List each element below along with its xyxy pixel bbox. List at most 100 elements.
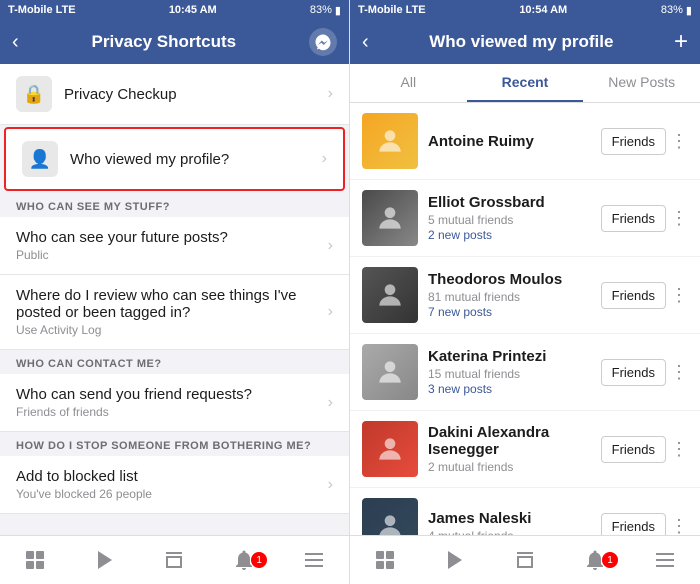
mutual-friends: 5 mutual friends — [428, 213, 593, 227]
chevron-right-icon-4: › — [328, 303, 333, 321]
left-time: 10:45 AM — [169, 4, 217, 16]
profile-avatar — [362, 113, 418, 169]
friends-button[interactable]: Friends — [601, 205, 666, 232]
right-time: 10:54 AM — [519, 4, 567, 16]
right-tab-marketplace[interactable] — [490, 548, 560, 572]
friend-requests-subtitle: Friends of friends — [16, 405, 328, 419]
more-options-icon[interactable]: ⋮ — [670, 516, 688, 536]
lock-icon: 🔒 — [16, 76, 52, 112]
who-viewed-item[interactable]: 👤 Who viewed my profile? › — [4, 127, 345, 191]
friends-button[interactable]: Friends — [601, 436, 666, 463]
profile-item[interactable]: Katerina Printezi 15 mutual friends3 new … — [350, 334, 700, 411]
more-options-icon[interactable]: ⋮ — [670, 439, 688, 460]
profile-item[interactable]: Elliot Grossbard 5 mutual friends2 new po… — [350, 180, 700, 257]
blocked-list-item[interactable]: Add to blocked list You've blocked 26 pe… — [0, 456, 349, 514]
right-carrier: T-Mobile LTE — [358, 4, 426, 16]
right-notifications-badge: 1 — [602, 552, 618, 568]
more-options-icon[interactable]: ⋮ — [670, 285, 688, 306]
blocked-list-subtitle: You've blocked 26 people — [16, 487, 328, 501]
right-tab-video[interactable] — [420, 548, 490, 572]
blocked-list-title: Add to blocked list — [16, 468, 328, 485]
profile-item[interactable]: Antoine Ruimy Friends⋮ — [350, 103, 700, 180]
right-status-bar: T-Mobile LTE 10:54 AM 83% ▮ — [350, 0, 700, 20]
profile-avatar — [362, 344, 418, 400]
friends-button[interactable]: Friends — [601, 359, 666, 386]
activity-log-subtitle: Use Activity Log — [16, 323, 328, 337]
profile-name: Theodoros Moulos — [428, 271, 593, 288]
future-posts-title: Who can see your future posts? — [16, 229, 328, 246]
more-options-icon[interactable]: ⋮ — [670, 362, 688, 383]
activity-log-title: Where do I review who can see things I'v… — [16, 287, 328, 321]
more-options-icon[interactable]: ⋮ — [670, 131, 688, 152]
tab-menu[interactable] — [279, 548, 349, 572]
profile-avatar — [362, 190, 418, 246]
add-button[interactable]: + — [674, 28, 688, 56]
messenger-icon[interactable] — [309, 28, 337, 56]
left-panel: T-Mobile LTE 10:45 AM 83% ▮ ‹ Privacy Sh… — [0, 0, 350, 584]
profile-name: Elliot Grossbard — [428, 194, 593, 211]
more-options-icon[interactable]: ⋮ — [670, 208, 688, 229]
friends-button[interactable]: Friends — [601, 282, 666, 309]
tab-marketplace[interactable] — [140, 548, 210, 572]
who-viewed-title: Who viewed my profile? — [70, 151, 322, 168]
chevron-right-icon-2: › — [322, 150, 327, 168]
left-tab-bar: 1 — [0, 535, 349, 584]
profile-name: Dakini Alexandra Isenegger — [428, 424, 593, 458]
profile-item[interactable]: Dakini Alexandra Isenegger 2 mutual frien… — [350, 411, 700, 488]
friends-button[interactable]: Friends — [601, 128, 666, 155]
mutual-friends: 2 mutual friends — [428, 460, 593, 474]
privacy-checkup-item[interactable]: 🔒 Privacy Checkup › — [0, 64, 349, 125]
profile-avatar — [362, 421, 418, 477]
right-tab-home[interactable] — [350, 548, 420, 572]
friend-requests-item[interactable]: Who can send you friend requests? Friend… — [0, 374, 349, 432]
profile-list: Antoine RuimyFriends⋮Elliot Grossbard5 m… — [350, 103, 700, 535]
profile-name: James Naleski — [428, 510, 593, 527]
future-posts-item[interactable]: Who can see your future posts? Public › — [0, 217, 349, 275]
left-nav-bar: ‹ Privacy Shortcuts — [0, 20, 349, 64]
friends-button[interactable]: Friends — [601, 513, 666, 536]
profile-item[interactable]: James Naleski4 mutual friendsFriends⋮ — [350, 488, 700, 535]
left-nav-title: Privacy Shortcuts — [92, 32, 237, 52]
tab-video[interactable] — [70, 548, 140, 572]
chevron-right-icon-3: › — [328, 237, 333, 255]
left-back-button[interactable]: ‹ — [12, 31, 19, 54]
profile-tabs: All Recent New Posts — [350, 64, 700, 103]
activity-log-item[interactable]: Where do I review who can see things I'v… — [0, 275, 349, 350]
tab-recent[interactable]: Recent — [467, 64, 584, 102]
chevron-right-icon: › — [328, 85, 333, 103]
profile-name: Antoine Ruimy — [428, 133, 593, 150]
mutual-friends: 15 mutual friends — [428, 367, 593, 381]
privacy-checkup-title: Privacy Checkup — [64, 86, 328, 103]
right-nav-bar: ‹ Who viewed my profile + — [350, 20, 700, 64]
right-tab-bar: 1 — [350, 535, 700, 584]
section-block: HOW DO I STOP SOMEONE FROM BOTHERING ME? — [0, 432, 349, 456]
section-see-stuff: WHO CAN SEE MY STUFF? — [0, 193, 349, 217]
profile-item[interactable]: Theodoros Moulos 81 mutual friends7 new p… — [350, 257, 700, 334]
tab-all[interactable]: All — [350, 64, 467, 102]
right-battery: 83% ▮ — [661, 4, 692, 17]
profile-name: Katerina Printezi — [428, 348, 593, 365]
right-tab-notifications[interactable]: 1 — [560, 548, 630, 572]
friend-requests-title: Who can send you friend requests? — [16, 386, 328, 403]
right-nav-title: Who viewed my profile — [429, 32, 613, 52]
profile-avatar — [362, 498, 418, 535]
right-back-button[interactable]: ‹ — [362, 31, 369, 54]
profile-avatar — [362, 267, 418, 323]
left-battery: 83% ▮ — [310, 4, 341, 17]
mutual-friends: 81 mutual friends — [428, 290, 593, 304]
left-menu-list: 🔒 Privacy Checkup › 👤 Who viewed my prof… — [0, 64, 349, 535]
new-posts: 7 new posts — [428, 305, 593, 319]
new-posts: 3 new posts — [428, 382, 593, 396]
new-posts: 2 new posts — [428, 228, 593, 242]
tab-new-posts[interactable]: New Posts — [583, 64, 700, 102]
right-panel: T-Mobile LTE 10:54 AM 83% ▮ ‹ Who viewed… — [350, 0, 700, 584]
future-posts-subtitle: Public — [16, 248, 328, 262]
tab-notifications[interactable]: 1 — [209, 548, 279, 572]
left-carrier: T-Mobile LTE — [8, 4, 76, 16]
chevron-right-icon-6: › — [328, 476, 333, 494]
section-contact: WHO CAN CONTACT ME? — [0, 350, 349, 374]
notifications-badge: 1 — [251, 552, 267, 568]
tab-home[interactable] — [0, 548, 70, 572]
left-status-bar: T-Mobile LTE 10:45 AM 83% ▮ — [0, 0, 349, 20]
right-tab-menu[interactable] — [630, 548, 700, 572]
